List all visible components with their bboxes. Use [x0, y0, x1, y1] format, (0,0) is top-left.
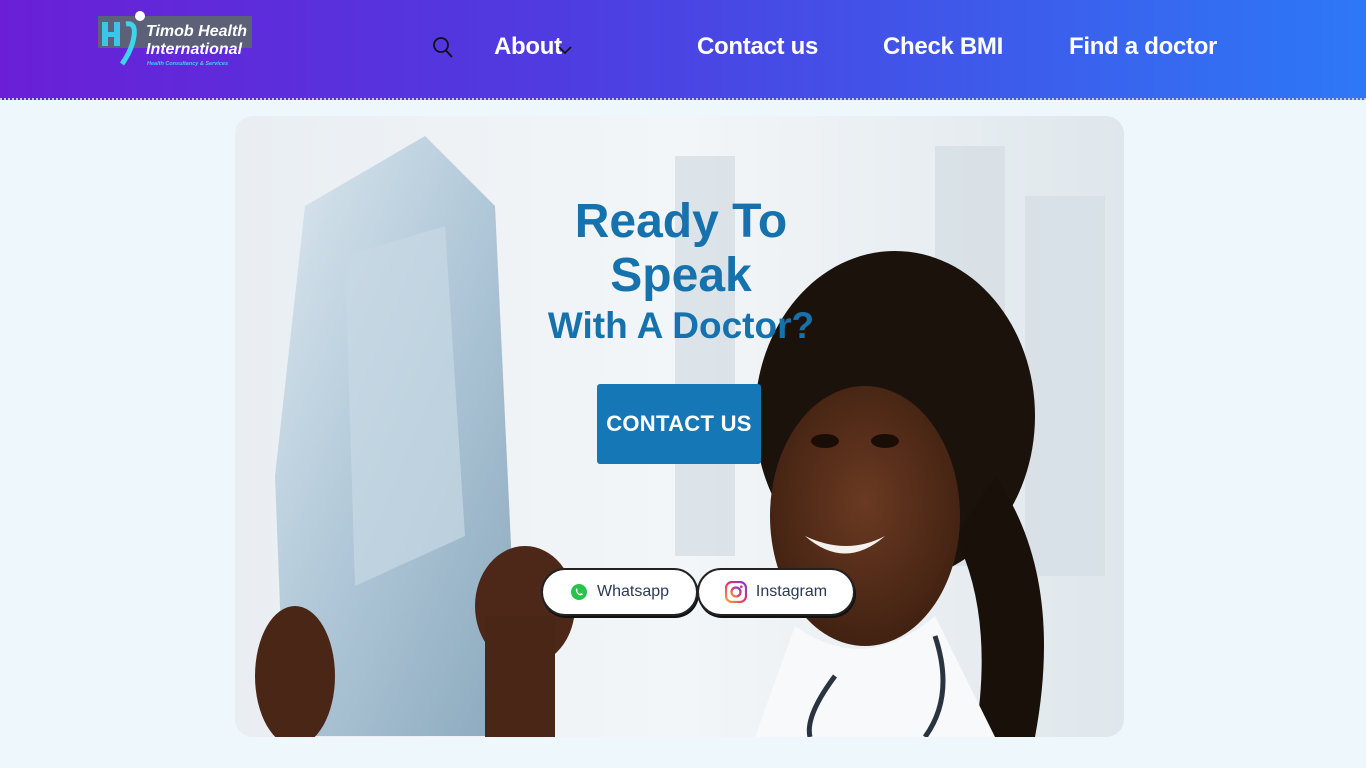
nav-contact-us[interactable]: Contact us: [697, 33, 818, 61]
whatsapp-icon: [570, 584, 587, 600]
contact-us-button[interactable]: CONTACT US: [597, 384, 761, 464]
instagram-icon: [724, 581, 747, 603]
search-icon[interactable]: [432, 36, 454, 60]
nav-check-bmi[interactable]: Check BMI: [883, 33, 1003, 61]
nav-find-a-doctor[interactable]: Find a doctor: [1069, 33, 1217, 61]
headline-with-a-doctor: With A Doctor?: [547, 305, 815, 346]
headline-speak: Speak: [610, 249, 752, 302]
nav-about[interactable]: About: [494, 33, 562, 61]
logo-title-line1: Timob Health: [146, 23, 248, 40]
headline-ready-to: Ready To: [574, 195, 788, 248]
chevron-down-icon[interactable]: [557, 44, 573, 56]
whatsapp-label: Whatsapp: [596, 583, 670, 600]
site-header: Timob Health International Health Consul…: [0, 0, 1366, 100]
instagram-button[interactable]: Instagram: [697, 568, 855, 616]
whatsapp-button[interactable]: Whatsapp: [541, 568, 698, 616]
hero-headline: Ready To Speak With A Doctor?: [531, 194, 831, 350]
logo-title-line2: International: [146, 41, 243, 58]
instagram-label: Instagram: [755, 583, 828, 600]
logo[interactable]: Timob Health International Health Consul…: [98, 11, 254, 72]
logo-subtitle: Health Consultancy & Services: [147, 61, 229, 67]
logo-title: Timob Health International: [146, 23, 247, 59]
logo-mark-icon: [102, 11, 145, 66]
hero-banner: Ready To Speak With A Doctor? CONTACT US…: [235, 116, 1124, 737]
